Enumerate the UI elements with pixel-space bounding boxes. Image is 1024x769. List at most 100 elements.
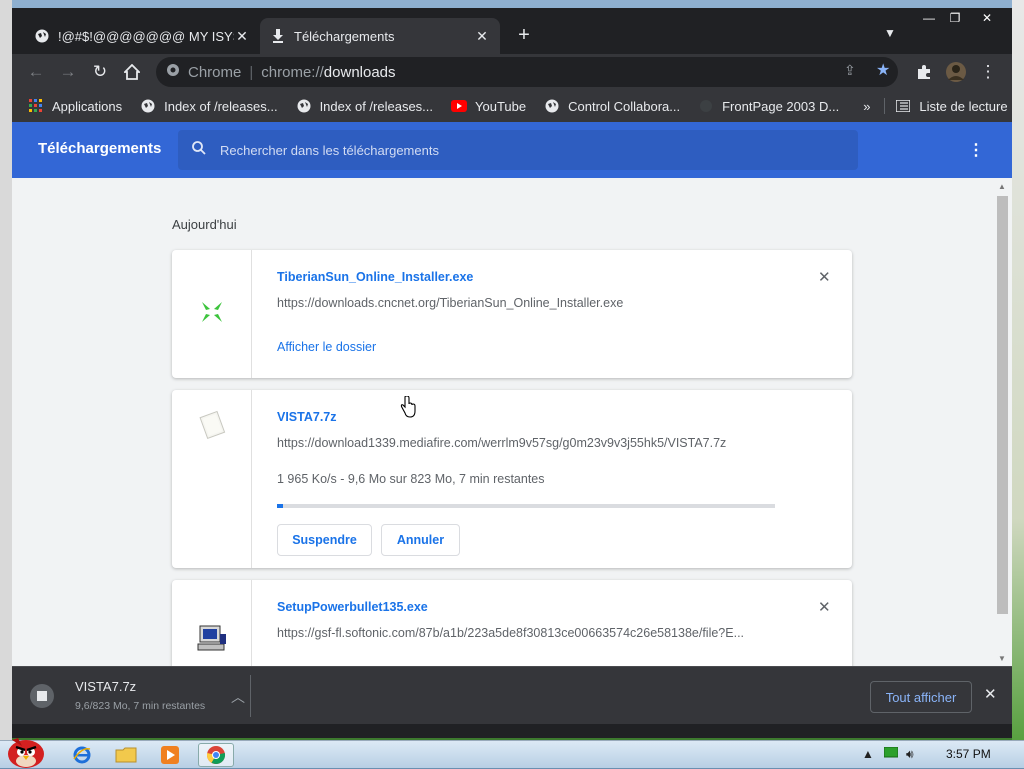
page-menu-kebab-icon[interactable]: ⋮ (968, 140, 984, 160)
globe-icon (34, 28, 50, 44)
file-name-link[interactable]: VISTA7.7z (277, 410, 337, 424)
pause-button[interactable]: Suspendre (277, 524, 372, 556)
search-icon (192, 140, 206, 160)
reading-list-label: Liste de lecture (919, 98, 1008, 114)
scrollbar-thumb[interactable] (997, 196, 1008, 614)
chip-separator: | (249, 63, 254, 81)
shelf-divider (250, 675, 251, 717)
tab-search-chevron-icon[interactable]: ▼ (884, 26, 896, 40)
scroll-down-arrow-icon[interactable]: ▼ (998, 654, 1006, 663)
reading-list-icon (895, 98, 911, 114)
file-explorer-icon[interactable] (108, 743, 144, 767)
bookmark-star-icon[interactable]: ★ (876, 60, 890, 80)
bookmark-label: Applications (52, 98, 123, 114)
bookmark-youtube[interactable]: YouTube (451, 98, 526, 114)
bookmark-label: FrontPage 2003 D... (722, 98, 840, 114)
network-icon[interactable] (883, 746, 899, 762)
archive-file-icon (196, 408, 228, 445)
bookmark-label: YouTube (475, 98, 527, 114)
show-hidden-icons-icon[interactable]: ▲ (862, 747, 874, 761)
downloads-header: Téléchargements ⋮ (12, 122, 1012, 178)
date-section-label: Aujourd'hui (172, 217, 237, 232)
close-icon[interactable]: ✕ (234, 28, 250, 45)
bookmark-label: Control Collabora... (568, 98, 681, 114)
start-button[interactable] (2, 733, 50, 769)
globe-icon (296, 98, 312, 114)
home-icon[interactable] (120, 60, 144, 84)
apps-grid-icon (28, 98, 44, 114)
file-url[interactable]: https://downloads.cncnet.org/TiberianSun… (277, 296, 787, 310)
bookmark-index-releases-2[interactable]: Index of /releases... (296, 98, 433, 114)
new-tab-button[interactable]: + (512, 24, 536, 47)
reading-list-button[interactable]: Liste de lecture (884, 98, 1008, 114)
tab-strip: !@#$!@@@@@@@ MY ISYS ✕ Téléchargements ✕… (12, 8, 1012, 54)
toolbar: ← → ↻ Chrome | chrome:// downloads ⇪ ★ ⋮ (12, 54, 1012, 90)
window-close-button[interactable]: ✕ (972, 8, 1002, 28)
media-player-icon[interactable] (152, 743, 188, 767)
url-path: downloads (323, 63, 396, 81)
bookmark-label: Index of /releases... (164, 98, 278, 114)
bookmark-control-collabora[interactable]: Control Collabora... (544, 98, 680, 114)
download-card-vista7: VISTA7.7z https://download1339.mediafire… (172, 390, 852, 568)
chrome-taskbar-icon[interactable] (198, 743, 234, 767)
youtube-icon (451, 98, 468, 114)
maximize-button[interactable]: ❐ (940, 8, 970, 28)
back-arrow-icon[interactable]: ← (24, 60, 48, 84)
download-card-tiberiansun: TiberianSun_Online_Installer.exe https:/… (172, 250, 852, 378)
more-bookmarks-chevron[interactable]: » (863, 99, 870, 114)
chrome-logo-icon (166, 63, 180, 81)
page-scrollbar[interactable]: ▲ ▼ (994, 178, 1012, 666)
profile-avatar[interactable] (944, 60, 968, 84)
tab-myisys[interactable]: !@#$!@@@@@@@ MY ISYS ✕ (24, 18, 260, 54)
downloads-page: Téléchargements ⋮ Aujourd'hui Tiber (12, 122, 1012, 666)
clock[interactable]: 3:57 PM (946, 747, 991, 761)
share-icon[interactable]: ⇪ (844, 62, 856, 79)
setup-computer-icon (196, 624, 228, 657)
archive-file-icon (30, 684, 54, 708)
reload-icon[interactable]: ↻ (88, 60, 112, 84)
shelf-file-name: VISTA7.7z (75, 679, 137, 694)
search-input[interactable] (220, 142, 820, 158)
tab-downloads[interactable]: Téléchargements ✕ (260, 18, 500, 54)
chevron-up-icon[interactable]: ︿ (231, 687, 245, 707)
show-all-button[interactable]: Tout afficher (870, 681, 972, 713)
extensions-puzzle-icon[interactable] (912, 60, 936, 84)
file-url[interactable]: https://gsf-fl.softonic.com/87b/a1b/223a… (277, 626, 787, 640)
file-url[interactable]: https://download1339.mediafire.com/werrl… (277, 436, 787, 450)
tab-title: !@#$!@@@@@@@ MY ISYS (58, 28, 234, 44)
more-bookmarks-label: » (863, 98, 871, 114)
desktop-edge (0, 0, 12, 740)
menu-kebab-icon[interactable]: ⋮ (976, 60, 1000, 84)
download-card-powerbullet: SetupPowerbullet135.exe https://gsf-fl.s… (172, 580, 852, 666)
file-icon-column (172, 250, 252, 378)
download-icon (270, 28, 286, 44)
cancel-button[interactable]: Annuler (381, 524, 460, 556)
file-name-link[interactable]: TiberianSun_Online_Installer.exe (277, 270, 473, 284)
tab-title: Téléchargements (294, 28, 395, 44)
globe-icon (544, 98, 560, 114)
remove-download-close-icon[interactable]: ✕ (818, 598, 831, 616)
bookmark-applications[interactable]: Applications (28, 98, 122, 114)
installer-file-icon (196, 296, 228, 333)
bookmarks-bar: Applications Index of /releases... Index… (12, 90, 1012, 122)
shelf-download-item[interactable]: VISTA7.7z 9,6/823 Mo, 7 min restantes ︿ (24, 673, 250, 719)
globe-icon (140, 98, 156, 114)
internet-explorer-icon[interactable] (64, 743, 100, 767)
file-icon-column (172, 580, 252, 666)
close-icon[interactable]: ✕ (474, 28, 490, 45)
bookmark-frontpage[interactable]: FrontPage 2003 D... (698, 98, 839, 114)
blank-page-icon (698, 98, 714, 114)
remove-download-close-icon[interactable]: ✕ (818, 268, 831, 286)
close-shelf-icon[interactable]: ✕ (984, 685, 997, 703)
file-icon-column (172, 390, 252, 568)
shelf-progress-text: 9,6/823 Mo, 7 min restantes (75, 700, 206, 712)
search-box[interactable] (178, 130, 858, 170)
address-bar[interactable]: Chrome | chrome:// downloads (156, 57, 898, 87)
download-progress-bar (277, 504, 775, 508)
scroll-up-arrow-icon[interactable]: ▲ (998, 182, 1006, 191)
bookmark-index-releases-1[interactable]: Index of /releases... (140, 98, 278, 114)
file-name-link[interactable]: SetupPowerbullet135.exe (277, 600, 428, 614)
show-in-folder-link[interactable]: Afficher le dossier (277, 340, 376, 354)
forward-arrow-icon[interactable]: → (56, 60, 80, 84)
volume-icon[interactable]: 🔊︎ (906, 747, 914, 762)
